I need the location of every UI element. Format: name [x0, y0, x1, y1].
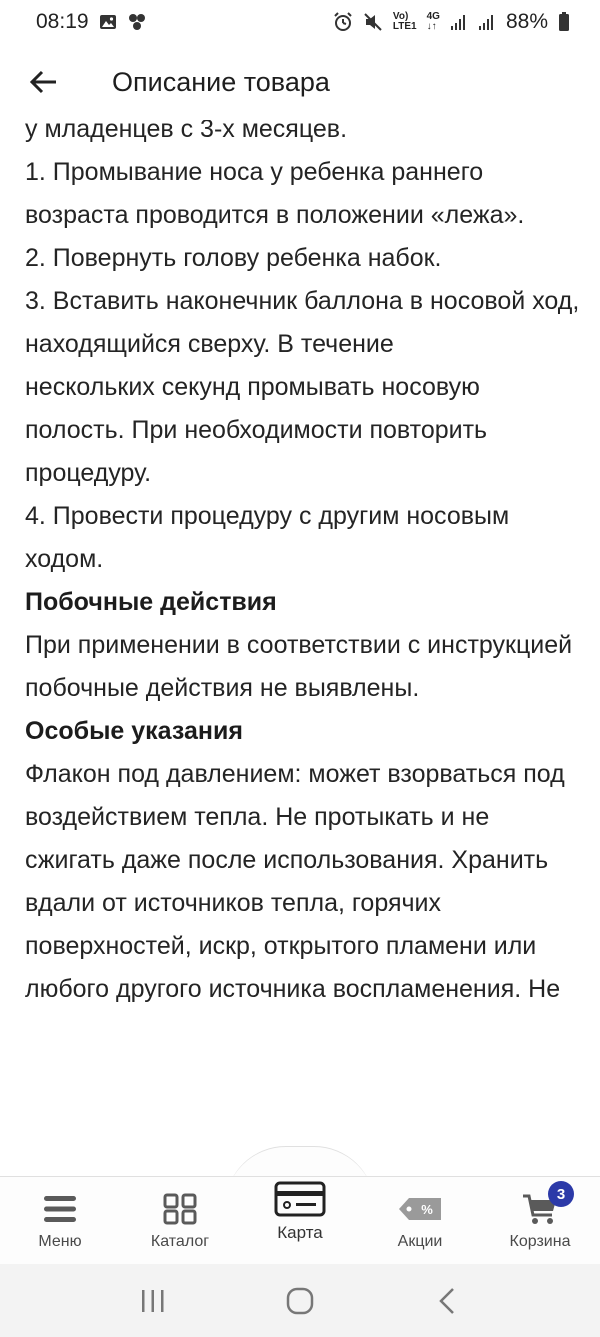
arrow-left-icon — [29, 70, 56, 94]
grid-icon — [163, 1191, 197, 1227]
paragraph: 1. Промывание носа у ребенка раннего воз… — [25, 158, 525, 229]
chevron-left-icon — [438, 1287, 454, 1314]
page-title: Описание товара — [112, 66, 330, 97]
nav-cart-label: Корзина — [509, 1233, 571, 1250]
home-button[interactable] — [270, 1276, 330, 1326]
svg-text:%: % — [421, 1202, 433, 1217]
paragraph: Флакон под давлением: может взорваться п… — [25, 760, 565, 1003]
network-type-indicator: 4G ↓↑ — [426, 11, 440, 32]
app-notification-icon — [127, 13, 147, 31]
paragraph: 4. Провести процедуру с другим носовым х… — [25, 502, 510, 573]
hamburger-icon — [43, 1191, 77, 1227]
nav-promo[interactable]: % Акции — [360, 1177, 480, 1265]
system-nav-bar — [0, 1264, 600, 1337]
signal-icon — [450, 13, 468, 31]
mute-icon — [363, 12, 383, 32]
nav-promo-label: Акции — [397, 1233, 443, 1250]
cart-count-badge: 3 — [548, 1181, 574, 1207]
nav-card-label: Карта — [277, 1223, 323, 1242]
battery-icon — [558, 12, 570, 32]
status-bar: 08:19 Vo) LTE1 4G ↓↑ 88% — [0, 0, 600, 44]
battery-percent: 88% — [505, 10, 548, 33]
alarm-icon — [333, 12, 353, 32]
card-icon — [274, 1181, 326, 1217]
home-icon — [286, 1287, 314, 1314]
product-description: у младенцев с 3-х месяцев. 1. Промывание … — [25, 108, 585, 1176]
paragraph: нескольких секунд промывать носовую поло… — [25, 373, 488, 487]
paragraph: 3. Вставить наконечник баллона в носовой… — [25, 287, 580, 358]
recent-apps-button[interactable] — [123, 1276, 183, 1326]
system-back-button[interactable] — [417, 1276, 477, 1326]
app-header: Описание товара — [0, 44, 600, 120]
nav-card[interactable]: Карта — [240, 1177, 360, 1265]
section-heading: Особые указания — [25, 717, 243, 745]
signal-icon-2 — [478, 13, 496, 31]
nav-cart[interactable]: 3 Корзина — [480, 1177, 600, 1265]
status-time: 08:19 — [36, 10, 89, 33]
bottom-nav: Меню Каталог Карта % Акции 3 Корзина — [0, 1176, 600, 1265]
section-heading: Побочные действия — [25, 588, 277, 616]
volte-indicator: Vo) LTE1 — [392, 11, 417, 32]
price-tag-icon: % — [397, 1191, 443, 1227]
recent-apps-icon — [142, 1289, 164, 1312]
nav-catalog-label: Каталог — [150, 1233, 210, 1250]
paragraph: При применении в соответствии с инструкц… — [25, 631, 573, 702]
back-button[interactable] — [22, 60, 66, 104]
nav-menu-label: Меню — [38, 1233, 82, 1250]
gallery-icon — [99, 14, 117, 30]
nav-menu[interactable]: Меню — [0, 1177, 120, 1265]
nav-catalog[interactable]: Каталог — [120, 1177, 240, 1265]
paragraph: 2. Повернуть голову ребенка набок. — [25, 244, 442, 272]
